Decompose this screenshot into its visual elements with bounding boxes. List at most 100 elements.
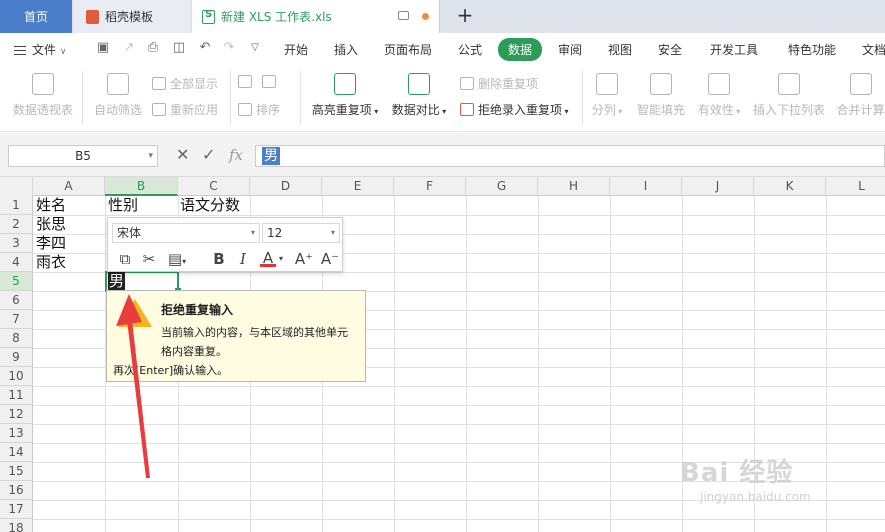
menu-security[interactable]: 安全 <box>658 41 682 58</box>
new-tab-button[interactable]: + <box>455 3 475 27</box>
row-header-9[interactable]: 9 <box>0 348 33 367</box>
col-header-l[interactable]: L <box>826 177 885 196</box>
preview-icon[interactable]: ◫ <box>172 41 186 55</box>
col-header-c[interactable]: C <box>178 177 250 196</box>
copy-icon[interactable]: ⧉ <box>116 249 134 269</box>
popup-title: 拒绝重复输入 <box>161 303 234 317</box>
window-icon[interactable] <box>398 11 409 20</box>
select-all-corner[interactable] <box>0 177 33 196</box>
row-header-14[interactable]: 14 <box>0 443 33 462</box>
row-header-11[interactable]: 11 <box>0 386 33 405</box>
col-header-a[interactable]: A <box>33 177 105 196</box>
shrink-font-button[interactable]: A⁻ <box>320 249 340 269</box>
row-header-10[interactable]: 10 <box>0 367 33 386</box>
smart-fill-button[interactable]: 智能填充 <box>636 73 686 118</box>
font-size-select[interactable]: 12 ▾ <box>262 223 340 243</box>
insert-dropdown-button[interactable]: 插入下拉列表 <box>752 73 826 118</box>
merge-calc-icon <box>849 73 872 95</box>
menu-file[interactable]: 文件 ∨ <box>14 41 66 58</box>
row-header-2[interactable]: 2 <box>0 215 33 234</box>
chevron-down-icon: ∨ <box>59 47 67 57</box>
cancel-icon[interactable]: ✕ <box>176 146 189 164</box>
col-header-j[interactable]: J <box>682 177 754 196</box>
cut-icon[interactable]: ✂ <box>140 249 158 269</box>
col-header-e[interactable]: E <box>322 177 394 196</box>
data-compare-button[interactable]: 数据对比 ▾ <box>390 73 448 118</box>
undo-icon[interactable]: ↶ <box>198 41 212 55</box>
row-header-15[interactable]: 15 <box>0 462 33 481</box>
menu-features[interactable]: 特色功能 <box>788 41 836 58</box>
print-icon[interactable]: ⎙ <box>146 41 160 55</box>
font-family-select[interactable]: 宋体 ▾ <box>112 223 260 243</box>
menu-review[interactable]: 审阅 <box>558 41 582 58</box>
data-compare-icon <box>408 73 430 95</box>
col-header-g[interactable]: G <box>466 177 538 196</box>
menu-insert[interactable]: 插入 <box>334 41 358 58</box>
chevron-down-icon[interactable]: ▾ <box>276 249 286 269</box>
row-header-6[interactable]: 6 <box>0 291 33 310</box>
menu-view[interactable]: 视图 <box>608 41 632 58</box>
function-icon[interactable]: fx <box>229 146 243 164</box>
redo-icon[interactable]: ↷ <box>222 41 236 55</box>
col-header-h[interactable]: H <box>538 177 610 196</box>
validity-button[interactable]: 有效性 ▾ <box>696 73 742 118</box>
col-header-i[interactable]: I <box>610 177 682 196</box>
sort-button[interactable]: 排序 <box>238 101 280 118</box>
row-header-8[interactable]: 8 <box>0 329 33 348</box>
cell-a3[interactable]: 李四 <box>36 234 66 253</box>
menu-page-layout[interactable]: 页面布局 <box>384 41 432 58</box>
show-all-button[interactable]: 全部显示 <box>152 75 218 92</box>
reapply-button[interactable]: 重新应用 <box>152 101 218 118</box>
menu-start[interactable]: 开始 <box>284 41 308 58</box>
menu-data[interactable]: 数据 <box>498 38 543 61</box>
cell-c1[interactable]: 语文分数 <box>180 196 240 215</box>
row-header-4[interactable]: 4 <box>0 253 33 272</box>
row-header-12[interactable]: 12 <box>0 405 33 424</box>
highlight-duplicates-button[interactable]: 高亮重复项 ▾ <box>310 73 380 118</box>
row-header-17[interactable]: 17 <box>0 500 33 519</box>
cell-a1[interactable]: 姓名 <box>36 196 66 215</box>
formula-input[interactable]: 男 <box>255 145 885 167</box>
grid-line <box>33 215 885 216</box>
grow-font-button[interactable]: A⁺ <box>294 249 314 269</box>
quick-access-more-icon[interactable]: ▽ <box>248 41 262 55</box>
popup-line: 格内容重复。 <box>161 345 227 358</box>
col-header-k[interactable]: K <box>754 177 826 196</box>
tab-template[interactable]: 稻壳模板 <box>74 0 190 33</box>
row-header-1[interactable]: 1 <box>0 196 33 215</box>
split-column-button[interactable]: 分列 ▾ <box>590 73 624 118</box>
row-header-3[interactable]: 3 <box>0 234 33 253</box>
reject-duplicates-button[interactable]: 拒绝录入重复项 ▾ <box>460 101 569 118</box>
row-header-5[interactable]: 5 <box>0 272 33 291</box>
sort-desc-icon[interactable] <box>262 75 280 89</box>
confirm-icon[interactable]: ✓ <box>202 146 215 164</box>
paste-icon[interactable]: ▤▾ <box>164 249 190 269</box>
menu-formula[interactable]: 公式 <box>458 41 482 58</box>
merge-calc-button[interactable]: 合并计算 <box>836 73 885 118</box>
col-header-b[interactable]: B <box>105 177 178 196</box>
row-header-7[interactable]: 7 <box>0 310 33 329</box>
insert-dropdown-label: 插入下拉列表 <box>752 103 825 117</box>
bold-button[interactable]: B <box>210 249 228 269</box>
menu-developer[interactable]: 开发工具 <box>710 41 758 58</box>
col-header-f[interactable]: F <box>394 177 466 196</box>
row-header-13[interactable]: 13 <box>0 424 33 443</box>
export-icon[interactable]: ↗ <box>122 41 136 55</box>
pivot-table-button[interactable]: 数据透视表 <box>12 73 74 118</box>
sort-asc-icon[interactable] <box>238 75 256 89</box>
cell-b1[interactable]: 性别 <box>108 196 138 215</box>
tab-home[interactable]: 首页 <box>0 0 72 33</box>
autofilter-button[interactable]: 自动筛选 <box>92 73 144 118</box>
col-header-d[interactable]: D <box>250 177 322 196</box>
row-header-18[interactable]: 18 <box>0 519 33 532</box>
remove-duplicates-button[interactable]: 删除重复项 <box>460 75 538 92</box>
cell-a2[interactable]: 张思 <box>36 215 66 234</box>
menu-document[interactable]: 文档 <box>862 41 885 58</box>
font-color-button[interactable]: A <box>260 249 276 267</box>
save-icon[interactable]: ▣ <box>96 41 110 55</box>
name-box[interactable]: B5 ▾ <box>8 145 158 167</box>
row-header-16[interactable]: 16 <box>0 481 33 500</box>
italic-button[interactable]: I <box>234 249 252 269</box>
cell-a4[interactable]: 雨衣 <box>36 253 66 272</box>
cell-b5[interactable]: 男 <box>108 272 126 291</box>
